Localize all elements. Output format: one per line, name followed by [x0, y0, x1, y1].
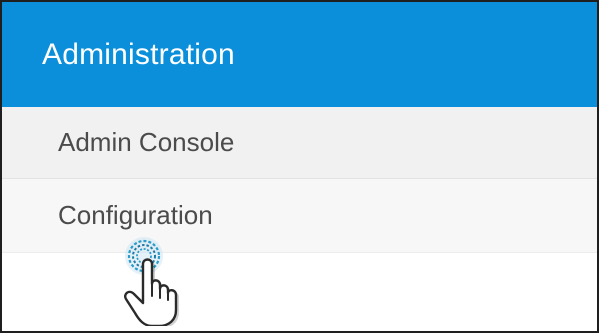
menu-item-admin-console[interactable]: Admin Console	[2, 107, 597, 179]
menu-item-configuration[interactable]: Configuration	[2, 179, 597, 253]
header-title: Administration	[42, 37, 235, 71]
empty-area	[2, 253, 597, 331]
menu-item-label: Admin Console	[58, 127, 235, 157]
admin-menu-panel: Administration Admin Console Configurati…	[0, 0, 599, 333]
administration-header[interactable]: Administration	[2, 2, 597, 107]
menu-item-label: Configuration	[58, 200, 213, 230]
